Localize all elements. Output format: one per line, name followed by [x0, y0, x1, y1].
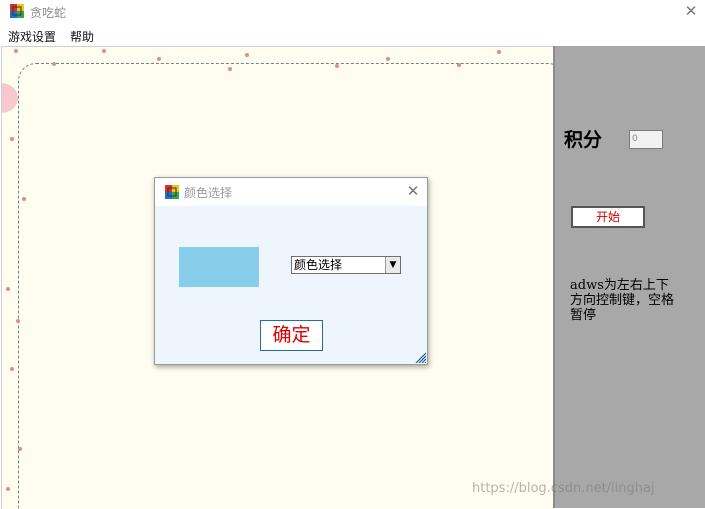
ok-button[interactable]: 确定: [260, 320, 323, 351]
dialog-titlebar: 颜色选择 ✕: [155, 178, 427, 206]
window-titlebar: 贪吃蛇 ✕: [0, 0, 705, 24]
decor-dot: [497, 50, 501, 54]
score-label: 积分: [564, 129, 603, 151]
window-title: 贪吃蛇: [30, 6, 67, 20]
decor-dot: [10, 137, 14, 141]
decor-dot: [228, 67, 232, 71]
decorative-blob: [2, 83, 18, 113]
color-swatch: [179, 247, 259, 287]
decor-dot: [157, 57, 161, 61]
dropdown-arrow-icon[interactable]: ▼: [385, 257, 400, 273]
decor-dot: [335, 64, 339, 68]
resize-grip-icon[interactable]: [414, 351, 426, 363]
score-field[interactable]: 0: [629, 130, 663, 149]
decor-dot: [14, 49, 18, 53]
close-icon[interactable]: ✕: [680, 0, 702, 22]
watermark: https://blog.csdn.net/linghaj: [472, 481, 655, 496]
app-icon: [10, 4, 24, 18]
decor-dot: [52, 62, 56, 66]
color-select[interactable]: 颜色选择 ▼: [291, 256, 401, 274]
color-dialog: 颜色选择 ✕ 颜色选择 ▼ 确定: [154, 177, 428, 365]
decor-dot: [10, 367, 14, 371]
side-panel: 积分 0 开始 adws为左右上下方向控制键，空格暂停: [553, 46, 705, 508]
controls-help-text: adws为左右上下方向控制键，空格暂停: [570, 278, 675, 323]
menu-game-settings[interactable]: 游戏设置: [8, 28, 56, 45]
dialog-icon: [165, 185, 179, 199]
decor-dot: [18, 447, 22, 451]
menu-bar: 游戏设置 帮助: [0, 26, 705, 46]
dialog-close-icon[interactable]: ✕: [403, 181, 423, 201]
dialog-title: 颜色选择: [184, 186, 233, 200]
decor-dot: [102, 49, 106, 53]
menu-help[interactable]: 帮助: [70, 28, 94, 45]
decor-dot: [6, 487, 10, 491]
decor-dot: [22, 197, 26, 201]
decor-dot: [386, 57, 390, 61]
decor-dot: [457, 63, 461, 67]
decor-dot: [245, 53, 249, 57]
decor-dot: [16, 319, 20, 323]
start-button[interactable]: 开始: [571, 206, 645, 228]
color-select-value: 颜色选择: [294, 258, 343, 272]
decor-dot: [6, 287, 10, 291]
